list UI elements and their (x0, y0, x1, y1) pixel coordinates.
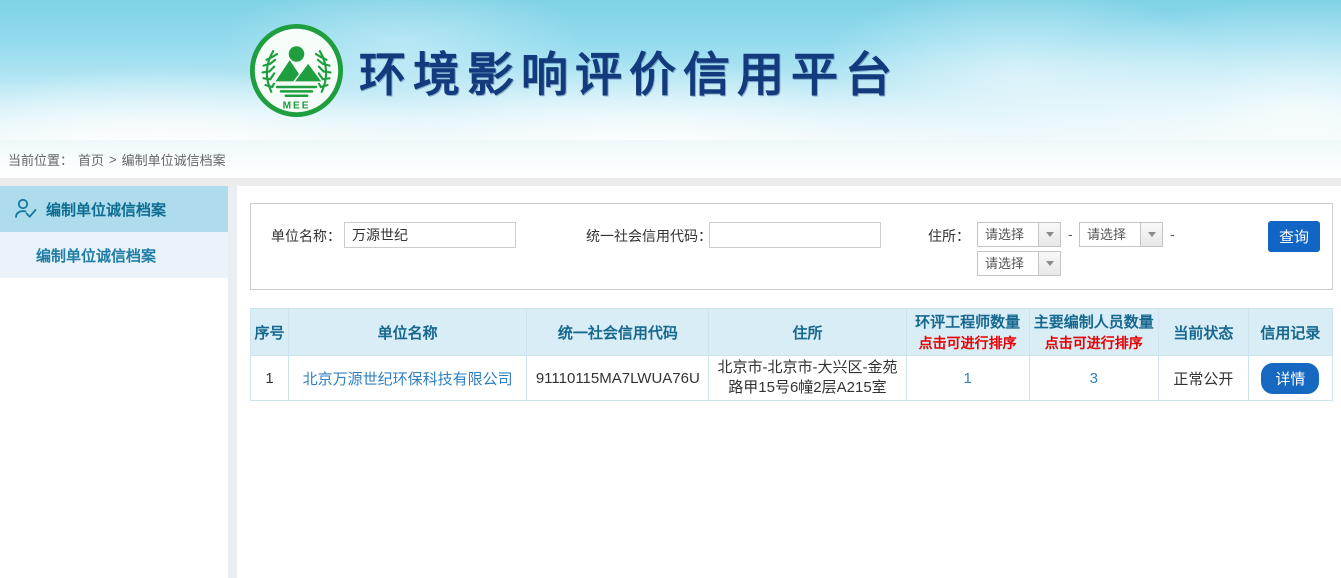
sidebar: 编制单位诚信档案 编制单位诚信档案 (0, 186, 228, 578)
province-select-value: 请选择 (978, 223, 1038, 246)
breadcrumb-prefix: 当前位置： (8, 150, 73, 169)
province-select-arrow-button[interactable] (1038, 223, 1060, 246)
district-select-arrow-button[interactable] (1038, 252, 1060, 275)
header-credit-record: 信用记录 (1248, 309, 1332, 356)
cell-address: 北京市-北京市-大兴区-金苑路甲15号6幢2层A215室 (709, 356, 906, 401)
query-button[interactable]: 查询 (1268, 221, 1320, 252)
breadcrumb-home-link[interactable]: 首页 (78, 150, 104, 169)
breadcrumb: 当前位置： 首页 > 编制单位诚信档案 (0, 140, 1341, 178)
header-credit-code: 统一社会信用代码 (527, 309, 709, 356)
result-table: 序号 单位名称 统一社会信用代码 住所 环评工程师数量 点击可进行排序 主要编制… (250, 308, 1333, 401)
company-name-label: 单位名称： (271, 223, 341, 249)
site-title: 环境影响评价信用平台 (359, 36, 899, 105)
sidebar-item-credit-archive[interactable]: 编制单位诚信档案 (0, 232, 228, 278)
sidebar-header-label: 编制单位诚信档案 (46, 199, 166, 220)
credit-code-input[interactable] (709, 222, 881, 248)
chevron-down-icon (1046, 232, 1054, 237)
district-select[interactable]: 请选择 (977, 251, 1061, 276)
engineer-count-link[interactable]: 1 (963, 370, 971, 387)
chevron-down-icon (1046, 261, 1054, 266)
divider-band (0, 178, 1341, 186)
header-address: 住所 (709, 309, 906, 356)
district-select-value: 请选择 (978, 252, 1038, 275)
address-dash-1: - (1068, 222, 1073, 247)
site-header: MEE 环境影响评价信用平台 (0, 0, 1341, 140)
address-label: 住所： (928, 223, 970, 249)
header-engineer-count[interactable]: 环评工程师数量 点击可进行排序 (906, 309, 1029, 356)
header-staff-count[interactable]: 主要编制人员数量 点击可进行排序 (1029, 309, 1158, 356)
breadcrumb-separator: > (109, 152, 117, 167)
city-select-value: 请选择 (1080, 223, 1140, 246)
logo-mee-text: MEE (283, 100, 311, 111)
header-seq: 序号 (251, 309, 289, 356)
staff-sort-hint[interactable]: 点击可进行排序 (1032, 333, 1156, 353)
province-select[interactable]: 请选择 (977, 222, 1061, 247)
mee-logo-icon: MEE (248, 22, 345, 119)
sidebar-header-credit-archive[interactable]: 编制单位诚信档案 (0, 186, 228, 232)
sidebar-item-label: 编制单位诚信档案 (36, 245, 156, 266)
city-select[interactable]: 请选择 (1079, 222, 1163, 247)
person-check-icon (12, 196, 38, 222)
breadcrumb-current: 编制单位诚信档案 (122, 150, 226, 169)
main-area: 单位名称： 统一社会信用代码： 住所： 请选择 - 请选择 - 请选择 (237, 186, 1341, 578)
company-name-link[interactable]: 北京万源世纪环保科技有限公司 (303, 371, 513, 388)
credit-code-label: 统一社会信用代码： (586, 223, 712, 249)
header-engineer-count-label: 环评工程师数量 (915, 314, 1020, 331)
cell-status: 正常公开 (1158, 356, 1248, 401)
staff-count-link[interactable]: 3 (1090, 370, 1098, 387)
detail-button[interactable]: 详情 (1261, 363, 1319, 394)
header-company-name: 单位名称 (289, 309, 527, 356)
sidebar-main-divider (228, 186, 237, 578)
company-name-input[interactable] (344, 222, 516, 248)
chevron-down-icon (1148, 232, 1156, 237)
cell-seq: 1 (251, 356, 289, 401)
city-select-arrow-button[interactable] (1140, 223, 1162, 246)
header-status: 当前状态 (1158, 309, 1248, 356)
cell-credit-code: 91110115MA7LWUA76U (527, 356, 709, 401)
search-panel: 单位名称： 统一社会信用代码： 住所： 请选择 - 请选择 - 请选择 (250, 203, 1333, 290)
engineer-sort-hint[interactable]: 点击可进行排序 (909, 333, 1027, 353)
header-staff-count-label: 主要编制人员数量 (1034, 314, 1154, 331)
address-dash-2: - (1170, 222, 1175, 247)
table-row: 1 北京万源世纪环保科技有限公司 91110115MA7LWUA76U 北京市-… (251, 356, 1333, 401)
table-header-row: 序号 单位名称 统一社会信用代码 住所 环评工程师数量 点击可进行排序 主要编制… (251, 309, 1333, 356)
